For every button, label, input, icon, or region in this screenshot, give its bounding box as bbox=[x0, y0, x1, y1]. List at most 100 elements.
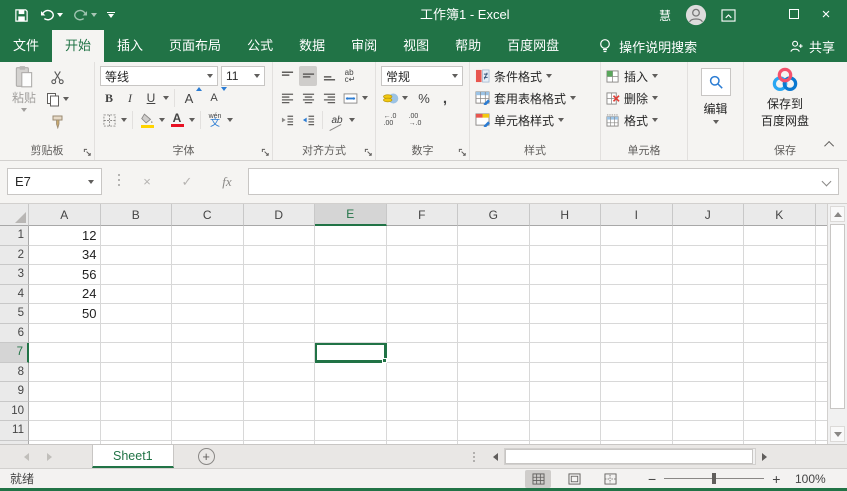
column-header-I[interactable]: I bbox=[601, 204, 673, 226]
row-header-4[interactable]: 4 bbox=[0, 285, 29, 305]
cell-B3[interactable] bbox=[101, 265, 173, 285]
cell-J5[interactable] bbox=[673, 304, 745, 324]
scroll-down-button[interactable] bbox=[830, 426, 845, 442]
row-header-2[interactable]: 2 bbox=[0, 246, 29, 266]
cell-styles-button[interactable]: 单元格样式 bbox=[475, 110, 564, 131]
row-header-3[interactable]: 3 bbox=[0, 265, 29, 285]
cell-G9[interactable] bbox=[458, 382, 530, 402]
cell-B6[interactable] bbox=[101, 324, 173, 344]
decrease-indent-button[interactable] bbox=[278, 110, 296, 130]
cell-D7[interactable] bbox=[244, 343, 316, 363]
cell-C7[interactable] bbox=[172, 343, 244, 363]
top-align-button[interactable] bbox=[278, 66, 296, 86]
cell-F10[interactable] bbox=[387, 402, 459, 422]
cell-A8[interactable] bbox=[29, 363, 101, 383]
tab-home[interactable]: 开始 bbox=[52, 30, 104, 62]
phonetic-dropdown-icon[interactable] bbox=[227, 118, 233, 122]
cell-B9[interactable] bbox=[101, 382, 173, 402]
cell-I10[interactable] bbox=[601, 402, 673, 422]
cell-A3[interactable]: 56 bbox=[29, 265, 101, 285]
previous-sheet-button[interactable] bbox=[24, 453, 29, 461]
format-cells-button[interactable]: 格式 bbox=[606, 110, 658, 131]
row-header-10[interactable]: 10 bbox=[0, 402, 29, 422]
decrease-font-size-button[interactable]: A bbox=[205, 88, 223, 108]
number-dialog-launcher[interactable] bbox=[458, 148, 467, 157]
cell-A1[interactable]: 12 bbox=[29, 226, 101, 246]
hscroll-left-button[interactable] bbox=[487, 448, 504, 465]
ribbon-display-options-button[interactable] bbox=[721, 9, 739, 22]
avatar[interactable] bbox=[685, 4, 707, 26]
tab-page-layout[interactable]: 页面布局 bbox=[156, 30, 234, 62]
cell-G5[interactable] bbox=[458, 304, 530, 324]
enter-button[interactable]: ✓ bbox=[172, 168, 202, 195]
cell-D3[interactable] bbox=[244, 265, 316, 285]
cell-J1[interactable] bbox=[673, 226, 745, 246]
cell-D9[interactable] bbox=[244, 382, 316, 402]
undo-button[interactable] bbox=[39, 8, 63, 22]
font-size-combobox[interactable]: 11 bbox=[221, 66, 265, 86]
next-sheet-button[interactable] bbox=[47, 453, 52, 461]
bottom-align-button[interactable] bbox=[320, 66, 338, 86]
cell-I11[interactable] bbox=[601, 421, 673, 441]
increase-font-size-button[interactable]: A bbox=[180, 88, 198, 108]
column-header-K[interactable]: K bbox=[744, 204, 816, 226]
cell-F8[interactable] bbox=[387, 363, 459, 383]
formula-input[interactable] bbox=[248, 168, 839, 195]
cell-K1[interactable] bbox=[744, 226, 816, 246]
collapse-ribbon-button[interactable] bbox=[821, 136, 839, 152]
horizontal-scrollbar[interactable] bbox=[504, 448, 756, 465]
tab-baidu-netdisk[interactable]: 百度网盘 bbox=[494, 30, 572, 62]
tab-formulas[interactable]: 公式 bbox=[234, 30, 286, 62]
save-button[interactable] bbox=[14, 8, 29, 23]
column-header-H[interactable]: H bbox=[530, 204, 602, 226]
cell-A9[interactable] bbox=[29, 382, 101, 402]
delete-cells-button[interactable]: 删除 bbox=[606, 88, 658, 109]
cell-H5[interactable] bbox=[530, 304, 602, 324]
accounting-format-button[interactable] bbox=[381, 88, 399, 108]
cell-F9[interactable] bbox=[387, 382, 459, 402]
cell-C10[interactable] bbox=[172, 402, 244, 422]
page-break-preview-button[interactable] bbox=[597, 470, 623, 488]
cut-button[interactable] bbox=[46, 67, 69, 87]
cell-A7[interactable] bbox=[29, 343, 101, 363]
hscroll-right-button[interactable] bbox=[756, 448, 773, 465]
cell-I7[interactable] bbox=[601, 343, 673, 363]
font-dialog-launcher[interactable] bbox=[261, 148, 270, 157]
accounting-dropdown-icon[interactable] bbox=[402, 96, 408, 100]
borders-dropdown-icon[interactable] bbox=[121, 118, 127, 122]
increase-indent-button[interactable] bbox=[299, 110, 317, 130]
cell-C11[interactable] bbox=[172, 421, 244, 441]
underline-dropdown-icon[interactable] bbox=[163, 96, 169, 100]
cell-K6[interactable] bbox=[744, 324, 816, 344]
cell-C9[interactable] bbox=[172, 382, 244, 402]
cell-J9[interactable] bbox=[673, 382, 745, 402]
format-as-table-button[interactable]: 套用表格格式 bbox=[475, 88, 576, 109]
cell-C5[interactable] bbox=[172, 304, 244, 324]
undo-dropdown-icon[interactable] bbox=[57, 13, 63, 17]
orientation-dropdown-icon[interactable] bbox=[349, 118, 355, 122]
cell-G1[interactable] bbox=[458, 226, 530, 246]
italic-button[interactable]: I bbox=[121, 88, 139, 108]
cell-K7[interactable] bbox=[744, 343, 816, 363]
column-header-J[interactable]: J bbox=[673, 204, 745, 226]
cell-I2[interactable] bbox=[601, 246, 673, 266]
horizontal-scrollbar-thumb[interactable] bbox=[505, 449, 753, 464]
column-header-E[interactable]: E bbox=[315, 204, 387, 226]
align-left-button[interactable] bbox=[278, 88, 296, 108]
cell-D5[interactable] bbox=[244, 304, 316, 324]
name-box[interactable]: E7 bbox=[7, 168, 102, 195]
cell-I9[interactable] bbox=[601, 382, 673, 402]
cell-J11[interactable] bbox=[673, 421, 745, 441]
merge-center-button[interactable] bbox=[341, 88, 359, 108]
save-to-baidu-button[interactable]: 保存到 百度网盘 bbox=[746, 67, 824, 129]
cell-D2[interactable] bbox=[244, 246, 316, 266]
cell-F2[interactable] bbox=[387, 246, 459, 266]
cell-C8[interactable] bbox=[172, 363, 244, 383]
tab-splitter[interactable] bbox=[473, 452, 475, 462]
copy-button[interactable] bbox=[46, 89, 69, 109]
number-format-combobox[interactable]: 常规 bbox=[381, 66, 463, 86]
select-all-button[interactable] bbox=[0, 204, 29, 226]
scroll-up-button[interactable] bbox=[830, 206, 845, 222]
vertical-scrollbar-thumb[interactable] bbox=[830, 224, 845, 409]
zoom-level[interactable]: 100% bbox=[795, 472, 826, 486]
